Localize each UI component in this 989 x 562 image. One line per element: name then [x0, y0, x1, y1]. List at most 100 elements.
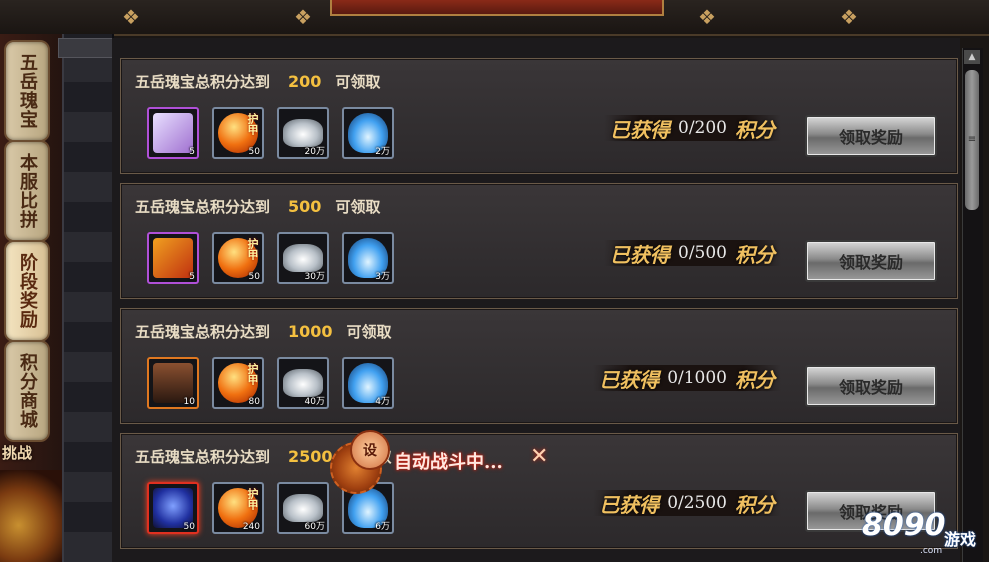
progress-display: 已获得 0/200 积分 [604, 115, 781, 142]
item-count: 10 [183, 397, 195, 407]
tab-stage-rewards[interactable]: 阶段奖励 [4, 240, 50, 342]
item-count: 2万 [375, 147, 390, 157]
progress-value: 0/1000 [667, 368, 727, 388]
reward-card: 五岳瑰宝总积分达到 1000 可领取 10 护甲 80 40万 4万 已获得 0… [120, 308, 958, 424]
progress-label: 已获得 [599, 367, 660, 392]
reward-title-suffix: 可领取 [335, 73, 381, 91]
item-count: 3万 [375, 272, 390, 282]
progress-unit: 积分 [735, 117, 775, 142]
reward-item[interactable]: 40万 [277, 357, 329, 409]
reward-threshold: 500 [288, 197, 322, 216]
tab-five-peaks-treasure[interactable]: 五岳瑰宝 [4, 40, 50, 142]
reward-item[interactable]: 5 [147, 107, 199, 159]
progress-label: 已获得 [610, 242, 670, 267]
tab-points-shop[interactable]: 积分商城 [4, 340, 50, 442]
tab-server-compete[interactable]: 本服比拼 [4, 140, 50, 242]
site-watermark-logo: 8090 游戏 .com [862, 508, 986, 558]
scrollbar-thumb[interactable]: ≡ [965, 70, 979, 210]
reward-items: 5 护甲 50 30万 3万 [147, 232, 394, 284]
silver-ingot-icon [283, 244, 323, 272]
reward-item[interactable]: 50 [147, 482, 199, 534]
scroll-up-icon[interactable]: ▲ [964, 50, 980, 64]
reward-title-prefix: 五岳瑰宝总积分达到 [135, 73, 271, 91]
progress-label: 已获得 [599, 492, 660, 517]
stone-pillar [62, 34, 114, 562]
progress-unit: 积分 [735, 492, 775, 517]
item-count: 30万 [304, 272, 325, 282]
reward-title: 五岳瑰宝总积分达到 1000 可领取 [135, 321, 392, 342]
item-count: 60万 [304, 522, 325, 532]
item-count: 4万 [375, 397, 390, 407]
progress-display: 已获得 0/1000 积分 [593, 365, 781, 392]
reward-threshold: 200 [288, 72, 322, 91]
silver-ingot-icon [283, 494, 323, 522]
reward-item[interactable]: 护甲 50 [212, 107, 264, 159]
progress-unit: 积分 [735, 367, 775, 392]
watermark-number: 8090 [862, 508, 946, 543]
reward-threshold: 2500 [288, 447, 333, 466]
reward-items: 10 护甲 80 40万 4万 [147, 357, 394, 409]
reward-item[interactable]: 30万 [277, 232, 329, 284]
rune-card-icon [153, 113, 193, 153]
reward-item[interactable]: 60万 [277, 482, 329, 534]
reward-title: 五岳瑰宝总积分达到 500 可领取 [135, 196, 380, 217]
reward-card: 五岳瑰宝总积分达到 500 可领取 5 护甲 50 30万 3万 已获得 0/5… [120, 183, 958, 299]
item-count: 50 [183, 522, 195, 532]
item-count: 240 [242, 522, 260, 532]
reward-title-prefix: 五岳瑰宝总积分达到 [135, 323, 271, 341]
reward-item[interactable]: 护甲 50 [212, 232, 264, 284]
item-count: 5 [189, 272, 195, 282]
progress-value: 0/2500 [667, 493, 727, 513]
reward-item[interactable]: 10 [147, 357, 199, 409]
ornament-icon: ❖ [294, 5, 312, 29]
item-count: 40万 [304, 397, 325, 407]
claim-reward-button[interactable]: 领取奖励 [805, 240, 937, 282]
reward-items: 5 护甲 50 20万 2万 [147, 107, 394, 159]
watermark-text: 游戏 [944, 530, 977, 549]
reward-item[interactable]: 4万 [342, 357, 394, 409]
top-decor-bar: ❖ ❖ ❖ ❖ [0, 0, 989, 36]
progress-display: 已获得 0/500 积分 [604, 240, 781, 267]
reward-card: 五岳瑰宝总积分达到 200 可领取 5 护甲 50 20万 2万 已获得 0/2… [120, 58, 958, 174]
pillar-cap [58, 38, 116, 58]
top-banner [330, 0, 664, 16]
reward-item[interactable]: 护甲 240 [212, 482, 264, 534]
settings-button[interactable]: 设 [350, 430, 390, 470]
silver-ingot-icon [283, 369, 323, 397]
reward-title-suffix: 可领取 [335, 198, 381, 216]
reward-item[interactable]: 5 [147, 232, 199, 284]
claim-reward-button[interactable]: 领取奖励 [805, 115, 937, 157]
ornament-icon: ❖ [698, 5, 716, 29]
rune-card-icon [153, 238, 193, 278]
item-count: 80 [248, 397, 260, 407]
ornament-icon: ❖ [122, 5, 140, 29]
silver-ingot-icon [283, 119, 323, 147]
item-count: 6万 [375, 522, 390, 532]
ornament-icon: ❖ [840, 5, 858, 29]
item-count: 5 [189, 147, 195, 157]
item-count: 20万 [304, 147, 325, 157]
claim-reward-button[interactable]: 领取奖励 [805, 365, 937, 407]
auto-battle-text: 自动战斗中... [394, 452, 503, 473]
reward-title-prefix: 五岳瑰宝总积分达到 [135, 198, 271, 216]
reward-item[interactable]: 3万 [342, 232, 394, 284]
item-tag: 护甲 [246, 113, 259, 135]
progress-value: 0/200 [678, 118, 727, 138]
item-tag: 护甲 [246, 488, 259, 510]
progress-display: 已获得 0/2500 积分 [593, 490, 781, 517]
reward-item[interactable]: 2万 [342, 107, 394, 159]
reward-title: 五岳瑰宝总积分达到 200 可领取 [135, 71, 380, 92]
item-count: 50 [248, 272, 260, 282]
reward-title-prefix: 五岳瑰宝总积分达到 [135, 448, 271, 466]
challenge-label: 挑战 [2, 444, 33, 462]
reward-title-suffix: 可领取 [346, 323, 392, 341]
progress-unit: 积分 [735, 242, 775, 267]
item-count: 50 [248, 147, 260, 157]
item-tag: 护甲 [246, 238, 259, 260]
reward-threshold: 1000 [288, 322, 333, 341]
reward-item[interactable]: 20万 [277, 107, 329, 159]
reward-item[interactable]: 护甲 80 [212, 357, 264, 409]
auto-battle-overlay: 设 自动战斗中... ✕ [330, 430, 570, 494]
item-tag: 护甲 [246, 363, 259, 385]
close-icon[interactable]: ✕ [530, 444, 548, 469]
